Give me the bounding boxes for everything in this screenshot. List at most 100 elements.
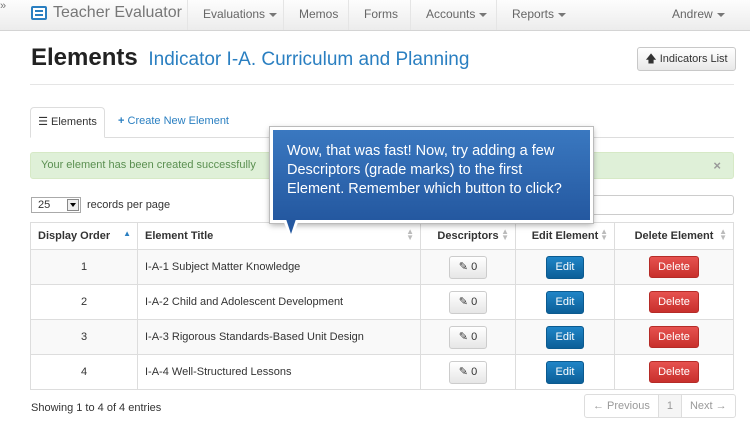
table-row: 1 I-A-1 Subject Matter Knowledge ✎ 0 Edi… bbox=[30, 249, 734, 285]
page-title: Elements Indicator I-A. Curriculum and P… bbox=[31, 44, 469, 72]
nav-label: Accounts bbox=[426, 7, 476, 21]
select-value: 25 bbox=[38, 199, 51, 211]
edit-button[interactable]: Edit bbox=[546, 290, 584, 314]
descriptor-count: 0 bbox=[471, 260, 478, 273]
nav-evaluations[interactable]: Evaluations bbox=[187, 0, 292, 30]
descriptors-button[interactable]: ✎ 0 bbox=[449, 325, 487, 349]
indicators-list-label: Indicators List bbox=[659, 53, 728, 65]
elements-table: Display Order ▲ Element Title ▲ ▼ Descripto… bbox=[30, 222, 734, 390]
delete-cell: Delete bbox=[614, 249, 734, 285]
caret-down-icon bbox=[716, 12, 725, 17]
delete-button[interactable]: Delete bbox=[649, 326, 699, 348]
nav-user-menu[interactable]: Andrew bbox=[657, 0, 740, 30]
indicators-list-button[interactable]: 🡅 Indicators List bbox=[637, 47, 736, 71]
edit-cell: Edit bbox=[515, 319, 615, 355]
table-header-row: Display Order ▲ Element Title ▲ ▼ Descripto… bbox=[30, 222, 734, 250]
descriptors-button[interactable]: ✎ 0 bbox=[449, 255, 487, 279]
tab-label: Elements bbox=[51, 116, 97, 128]
nav-label: Forms bbox=[364, 7, 398, 21]
table-info: Showing 1 to 4 of 4 entries bbox=[31, 402, 162, 414]
header-label: Descriptors bbox=[437, 230, 499, 242]
header-label: Delete Element bbox=[634, 230, 714, 242]
table-row: 2 I-A-2 Child and Adolescent Development… bbox=[30, 284, 734, 320]
nav-label: Reports bbox=[512, 7, 555, 21]
descriptors-cell: ✎ 0 bbox=[420, 319, 516, 355]
delete-cell: Delete bbox=[614, 319, 734, 355]
alert-message: Your element has been created successful… bbox=[41, 159, 256, 171]
nav-label: Andrew bbox=[672, 7, 713, 21]
top-navbar: » Teacher Evaluator Evaluations Memos Fo… bbox=[0, 0, 750, 31]
element-title-cell: I-A-3 Rigorous Standards-Based Unit Desi… bbox=[137, 319, 421, 355]
column-header-edit-element[interactable]: Edit Element ▲ ▼ bbox=[515, 222, 615, 250]
caret-down-icon bbox=[558, 12, 567, 17]
tutorial-tooltip: Wow, that was fast! Now, try adding a fe… bbox=[270, 127, 593, 223]
close-icon[interactable]: × bbox=[713, 153, 721, 178]
tab-label: Create New Element bbox=[127, 115, 230, 127]
header-label: Element Title bbox=[145, 230, 214, 242]
descriptors-cell: ✎ 0 bbox=[420, 354, 516, 390]
display-order-cell: 4 bbox=[30, 354, 138, 390]
nav-forms[interactable]: Forms bbox=[348, 0, 413, 30]
edit-button[interactable]: Edit bbox=[546, 255, 584, 279]
sort-icon: ▲ ▼ bbox=[600, 227, 608, 242]
pencil-icon: ✎ bbox=[458, 330, 469, 343]
element-title-cell: I-A-4 Well-Structured Lessons bbox=[137, 354, 421, 390]
pencil-icon: ✎ bbox=[458, 365, 469, 378]
pencil-icon: ✎ bbox=[458, 295, 469, 308]
nav-memos[interactable]: Memos bbox=[283, 0, 353, 30]
previous-page-button[interactable]: ← Previous bbox=[585, 395, 659, 417]
list-icon: ☰ bbox=[38, 116, 48, 128]
book-icon bbox=[31, 6, 47, 20]
pagination: ← Previous 1 Next → bbox=[584, 394, 736, 418]
sort-icon: ▲ ▼ bbox=[719, 227, 727, 242]
page-number-button[interactable]: 1 bbox=[658, 395, 682, 417]
table-row: 3 I-A-3 Rigorous Standards-Based Unit De… bbox=[30, 319, 734, 355]
delete-button[interactable]: Delete bbox=[649, 291, 699, 313]
tab-elements[interactable]: ☰ Elements bbox=[30, 107, 105, 138]
descriptors-button[interactable]: ✎ 0 bbox=[449, 360, 487, 384]
column-header-descriptors[interactable]: Descriptors ▲ ▼ bbox=[420, 222, 516, 250]
edit-cell: Edit bbox=[515, 284, 615, 320]
sort-asc-icon: ▲ bbox=[123, 229, 131, 238]
records-per-page: 25 records per page bbox=[31, 197, 170, 213]
nav-reports[interactable]: Reports bbox=[496, 0, 581, 30]
pencil-icon: ✎ bbox=[458, 260, 469, 273]
column-header-element-title[interactable]: Element Title ▲ ▼ bbox=[137, 222, 421, 250]
search-input[interactable] bbox=[587, 195, 734, 215]
page-title-text: Elements bbox=[31, 44, 138, 71]
edit-button[interactable]: Edit bbox=[546, 360, 584, 384]
delete-cell: Delete bbox=[614, 284, 734, 320]
sort-icon: ▲ ▼ bbox=[406, 227, 414, 242]
descriptors-button[interactable]: ✎ 0 bbox=[449, 290, 487, 314]
sidebar-toggle-icon[interactable]: » bbox=[0, 0, 6, 12]
sort-icon: ▲ ▼ bbox=[501, 227, 509, 242]
edit-button[interactable]: Edit bbox=[546, 325, 584, 349]
display-order-cell: 3 bbox=[30, 319, 138, 355]
brand-name: Teacher Evaluator bbox=[53, 4, 182, 21]
column-header-display-order[interactable]: Display Order ▲ bbox=[30, 222, 138, 250]
descriptor-count: 0 bbox=[471, 365, 478, 378]
tooltip-text: Wow, that was fast! Now, try adding a fe… bbox=[287, 143, 562, 197]
descriptors-cell: ✎ 0 bbox=[420, 249, 516, 285]
display-order-cell: 2 bbox=[30, 284, 138, 320]
column-header-delete-element[interactable]: Delete Element ▲ ▼ bbox=[614, 222, 734, 250]
chevron-down-icon bbox=[67, 199, 79, 211]
element-title-cell: I-A-2 Child and Adolescent Development bbox=[137, 284, 421, 320]
page-length-select[interactable]: 25 bbox=[31, 197, 81, 213]
element-title-cell: I-A-1 Subject Matter Knowledge bbox=[137, 249, 421, 285]
delete-button[interactable]: Delete bbox=[649, 361, 699, 383]
descriptors-cell: ✎ 0 bbox=[420, 284, 516, 320]
header-label: Edit Element bbox=[531, 230, 599, 242]
nav-label: Evaluations bbox=[203, 7, 266, 21]
caret-down-icon bbox=[269, 12, 278, 17]
plus-icon: + bbox=[118, 115, 125, 127]
delete-button[interactable]: Delete bbox=[649, 256, 699, 278]
nav-accounts[interactable]: Accounts bbox=[410, 0, 502, 30]
edit-cell: Edit bbox=[515, 249, 615, 285]
caret-down-icon bbox=[479, 12, 488, 17]
arrow-up-icon: 🡅 bbox=[645, 53, 657, 65]
next-page-button[interactable]: Next → bbox=[682, 395, 735, 417]
edit-cell: Edit bbox=[515, 354, 615, 390]
brand-link[interactable]: Teacher Evaluator bbox=[31, 4, 182, 22]
tab-create-element[interactable]: + Create New Element bbox=[118, 107, 229, 137]
